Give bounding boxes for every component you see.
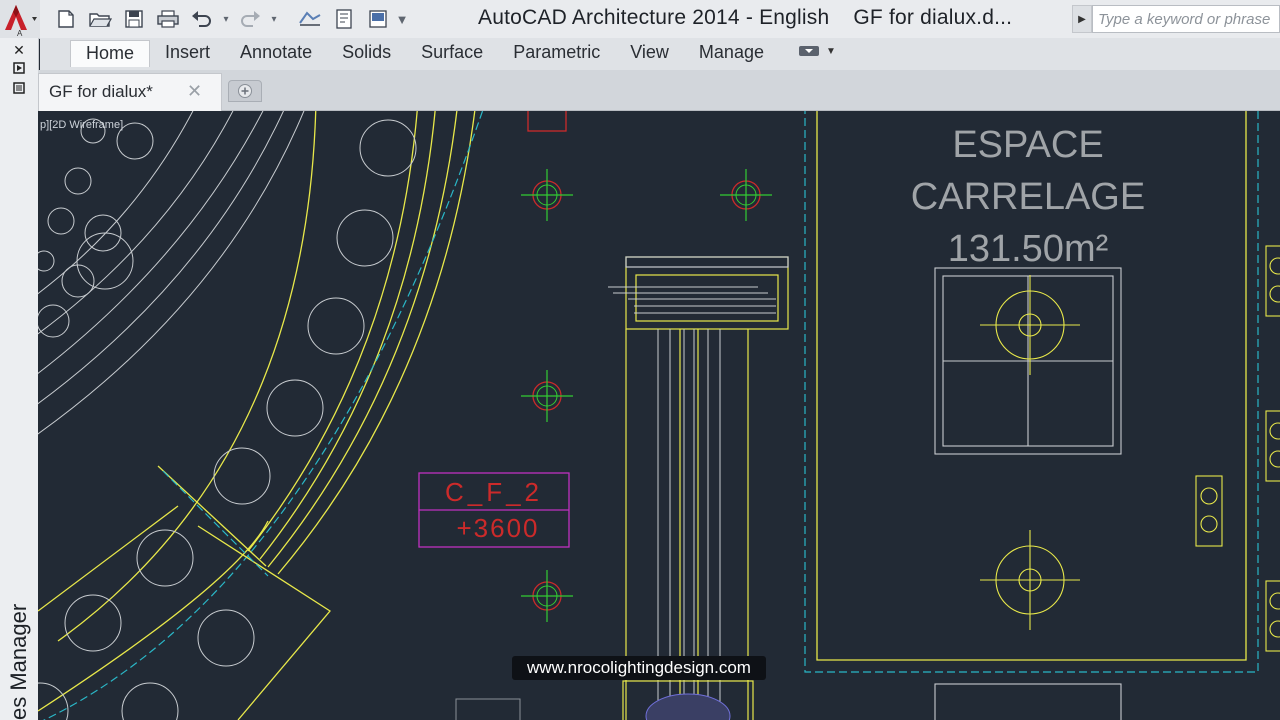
- undo-icon[interactable]: [188, 7, 216, 31]
- room-name-line1: ESPACE: [952, 124, 1103, 166]
- document-tab-label: GF for dialux*: [49, 82, 153, 101]
- ceiling-fixture: [934, 267, 1122, 720]
- tab-solids[interactable]: Solids: [327, 40, 406, 67]
- app-title: AutoCAD Architecture 2014 - English: [478, 6, 830, 29]
- watermark: www.nrocolightingdesign.com: [512, 656, 766, 680]
- tab-insert[interactable]: Insert: [150, 40, 225, 67]
- redo-dropdown-icon[interactable]: ▾: [270, 7, 278, 31]
- svg-text:A: A: [17, 29, 23, 38]
- column-element: [608, 256, 789, 720]
- redo-icon[interactable]: [236, 7, 264, 31]
- customize-toolbar-dropdown-icon[interactable]: ▼: [396, 7, 409, 31]
- sheet-icon[interactable]: [330, 7, 358, 31]
- viewport-controls[interactable]: p][2D Wireframe]: [40, 119, 123, 131]
- tab-view[interactable]: View: [615, 40, 684, 67]
- curved-wall-lines: [38, 111, 484, 720]
- close-icon[interactable]: ✕: [10, 42, 28, 58]
- properties-palette-strip: ✕ es Manager: [0, 38, 39, 720]
- undo-dropdown-icon[interactable]: ▾: [222, 7, 230, 31]
- tree-symbols: [38, 118, 417, 720]
- autocad-logo-icon: A: [5, 5, 37, 38]
- properties-menu-icon[interactable]: [10, 80, 28, 96]
- document-tab[interactable]: GF for dialux* ✕: [38, 73, 222, 111]
- title-bar: A ▾ ▾ ▼ AutoCAD Architecture 2014 - Engl…: [0, 0, 1280, 39]
- workspace-icon[interactable]: [296, 7, 324, 31]
- ribbon: Home Insert Annotate Solids Surface Para…: [40, 38, 1280, 71]
- tab-manage[interactable]: Manage: [684, 40, 779, 67]
- tag-code: C_F_2: [445, 477, 543, 507]
- palette-title: es Manager: [6, 603, 31, 720]
- tab-surface[interactable]: Surface: [406, 40, 498, 67]
- wall-fixtures: [1195, 245, 1280, 652]
- new-tab-button[interactable]: [228, 80, 262, 102]
- window-title: AutoCAD Architecture 2014 - English GF fo…: [478, 6, 1012, 30]
- tab-parametric[interactable]: Parametric: [498, 40, 615, 67]
- layer-icon[interactable]: [364, 7, 392, 31]
- document-tab-bar: GF for dialux* ✕: [38, 70, 1280, 111]
- room-area: 131.50m²: [948, 228, 1109, 270]
- save-icon[interactable]: [120, 7, 148, 31]
- drawing-canvas[interactable]: ESPACE CARRELAGE 131.50m² C_F_2 +3600 p]…: [38, 111, 1280, 720]
- ribbon-minimize-button[interactable]: ▼: [798, 44, 836, 58]
- tag-level: +3600: [456, 513, 539, 543]
- red-marker: [527, 111, 567, 132]
- search-input[interactable]: Type a keyword or phrase: [1092, 5, 1280, 33]
- auto-hide-icon[interactable]: [10, 60, 28, 76]
- room-name-line2: CARRELAGE: [911, 176, 1145, 218]
- tab-home[interactable]: Home: [70, 40, 151, 67]
- quick-access-toolbar: ▾ ▾ ▼: [52, 6, 409, 32]
- plus-icon: [238, 84, 252, 98]
- application-menu-button[interactable]: A: [0, 0, 40, 38]
- ribbon-tabs: Home Insert Annotate Solids Surface Para…: [70, 40, 779, 67]
- small-rect: [455, 698, 521, 720]
- watermark-text: www.nrocolightingdesign.com: [527, 658, 751, 677]
- document-title: GF for dialux.d...: [853, 6, 1013, 29]
- drawing-svg: ESPACE CARRELAGE 131.50m² C_F_2 +3600: [38, 111, 1280, 720]
- light-fixtures: [521, 169, 772, 622]
- close-tab-icon[interactable]: ✕: [187, 81, 202, 102]
- new-file-icon[interactable]: [52, 7, 80, 31]
- cyan-boundary-segment: [162, 470, 269, 577]
- print-icon[interactable]: [154, 7, 182, 31]
- title-expand-button[interactable]: ▶: [1072, 5, 1092, 33]
- tab-annotate[interactable]: Annotate: [225, 40, 327, 67]
- open-folder-icon[interactable]: [86, 7, 114, 31]
- ribbon-panel-icon: [799, 46, 819, 56]
- ribbon-dropdown-icon: ▼: [826, 45, 836, 57]
